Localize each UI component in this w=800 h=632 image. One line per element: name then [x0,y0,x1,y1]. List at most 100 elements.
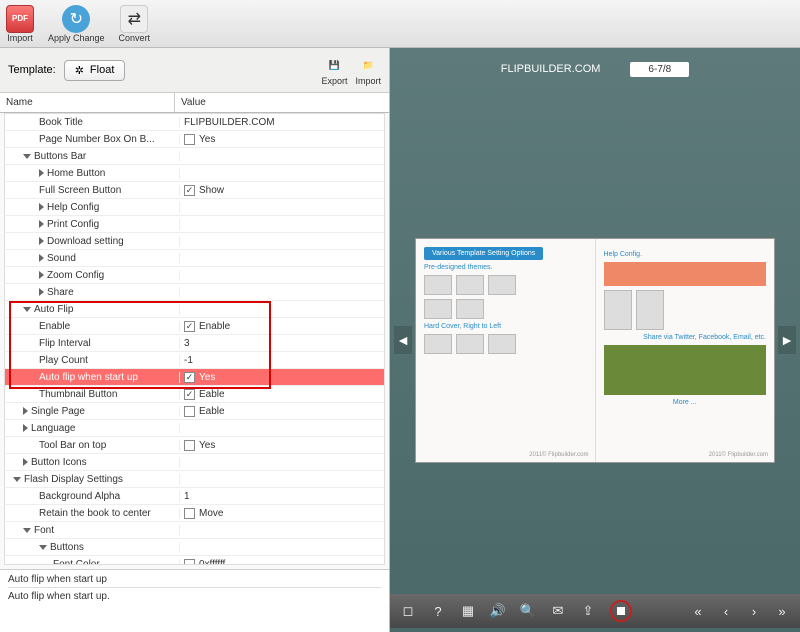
import-label: Import [7,33,33,43]
import-theme-button[interactable]: 📁 Import [355,54,381,86]
preview-toolbar: ◻ ? ▦ 🔊 🔍 ✉ ⇪ « ‹ › » [390,594,800,628]
chevron-right-icon [39,288,44,296]
crop-icon[interactable]: ◻ [400,603,416,619]
checkbox-icon[interactable] [184,406,195,417]
row-zoom-config[interactable]: Zoom Config [5,267,384,284]
template-row: Template: ✲ Float 💾 Export 📁 Import [0,48,389,93]
chevron-right-icon [39,203,44,211]
template-value: Float [90,64,114,76]
row-flash-display[interactable]: Flash Display Settings [5,471,384,488]
apply-change-button[interactable]: ↻ Apply Change [48,5,105,43]
chevron-right-icon [23,458,28,466]
book-right-page: Help Config. Share via Twitter, Facebook… [596,239,775,462]
prev-page-icon[interactable]: ‹ [718,603,734,619]
left-page-footer: 2011© Flipbuilder.com [529,452,588,458]
template-select[interactable]: ✲ Float [64,60,126,81]
chevron-right-icon [39,169,44,177]
stop-button[interactable] [610,600,632,622]
row-thumbnail-button[interactable]: Thumbnail Button✓Eable [5,386,384,403]
row-print-config[interactable]: Print Config [5,216,384,233]
export-button[interactable]: 💾 Export [321,54,347,86]
row-help-config[interactable]: Help Config [5,199,384,216]
zoom-icon[interactable]: 🔍 [520,603,536,619]
chevron-right-icon [23,424,28,432]
row-bg-alpha[interactable]: Background Alpha1 [5,488,384,505]
row-page-num-box[interactable]: Page Number Box On B...Yes [5,131,384,148]
checkbox-icon[interactable]: ✓ [184,372,195,383]
sound-icon[interactable]: 🔊 [490,603,506,619]
property-list[interactable]: Book TitleFLIPBUILDER.COM Page Number Bo… [4,113,385,565]
chevron-right-icon [39,220,44,228]
convert-label: Convert [119,33,151,43]
row-book-title[interactable]: Book TitleFLIPBUILDER.COM [5,114,384,131]
row-language[interactable]: Language [5,420,384,437]
checkbox-icon[interactable]: ✓ [184,185,195,196]
apply-change-label: Apply Change [48,33,105,43]
refresh-icon: ↻ [62,5,90,33]
row-toolbar-on-top[interactable]: Tool Bar on topYes [5,437,384,454]
thumbnails-icon[interactable]: ▦ [460,603,476,619]
book-left-page: Various Template Setting Options Pre-des… [416,239,595,462]
import-button[interactable]: PDF Import [6,5,34,43]
row-home-button[interactable]: Home Button [5,165,384,182]
row-auto-flip-startup[interactable]: Auto flip when start up✓Yes [5,369,384,386]
preview-brand: FLIPBUILDER.COM [501,63,601,75]
stop-icon [617,607,625,615]
row-full-screen[interactable]: Full Screen Button✓Show [5,182,384,199]
row-play-count[interactable]: Play Count-1 [5,352,384,369]
first-page-icon[interactable]: « [690,603,706,619]
right-page-footer: 2011© Flipbuilder.com [709,452,768,458]
row-single-page[interactable]: Single PageEable [5,403,384,420]
checkbox-icon[interactable] [184,440,195,451]
description-body: Auto flip when start up. [8,591,381,602]
preview-panel: FLIPBUILDER.COM 6-7/8 ◄ ► Various Templa… [390,48,800,632]
convert-button[interactable]: ⇄ Convert [119,5,151,43]
convert-icon: ⇄ [120,5,148,33]
chevron-down-icon [23,528,31,533]
folder-icon: 📁 [357,54,379,76]
property-header: Name Value [0,93,389,113]
export-label: Export [321,76,347,86]
gear-icon: ✲ [75,64,84,77]
row-font-color[interactable]: Font Color0xffffff [5,556,384,565]
prev-page-arrow[interactable]: ◄ [394,326,412,354]
chevron-down-icon [13,477,21,482]
row-flip-interval[interactable]: Flip Interval3 [5,335,384,352]
chevron-right-icon [39,271,44,279]
last-page-icon[interactable]: » [774,603,790,619]
import-theme-label: Import [355,76,381,86]
email-icon[interactable]: ✉ [550,603,566,619]
description-title: Auto flip when start up [8,574,381,588]
description-panel: Auto flip when start up Auto flip when s… [0,569,389,632]
page-indicator[interactable]: 6-7/8 [630,62,689,77]
preview-header: FLIPBUILDER.COM 6-7/8 [390,54,800,84]
row-retain-center[interactable]: Retain the book to centerMove [5,505,384,522]
row-sound[interactable]: Sound [5,250,384,267]
left-page-heading: Various Template Setting Options [424,247,543,260]
next-page-icon[interactable]: › [746,603,762,619]
col-value-header: Value [175,93,389,112]
row-font[interactable]: Font [5,522,384,539]
chevron-right-icon [23,407,28,415]
share-icon[interactable]: ⇪ [580,603,596,619]
main-toolbar: PDF Import ↻ Apply Change ⇄ Convert [0,0,800,48]
checkbox-icon[interactable] [184,134,195,145]
checkbox-icon[interactable]: ✓ [184,321,195,332]
right-page-sub1: Share via Twitter, Facebook, Email, etc. [604,334,767,341]
row-enable[interactable]: Enable✓Enable [5,318,384,335]
book-preview[interactable]: Various Template Setting Options Pre-des… [415,238,775,463]
row-button-icons[interactable]: Button Icons [5,454,384,471]
next-page-arrow[interactable]: ► [778,326,796,354]
row-buttons-bar[interactable]: Buttons Bar [5,148,384,165]
right-page-more: More ... [604,399,767,406]
row-download-setting[interactable]: Download setting [5,233,384,250]
row-share[interactable]: Share [5,284,384,301]
checkbox-icon[interactable] [184,508,195,519]
chevron-right-icon [39,254,44,262]
color-swatch[interactable] [184,559,195,566]
help-icon[interactable]: ? [430,603,446,619]
checkbox-icon[interactable]: ✓ [184,389,195,400]
left-page-sub1: Pre-designed themes. [424,264,587,271]
row-buttons[interactable]: Buttons [5,539,384,556]
row-auto-flip[interactable]: Auto Flip [5,301,384,318]
